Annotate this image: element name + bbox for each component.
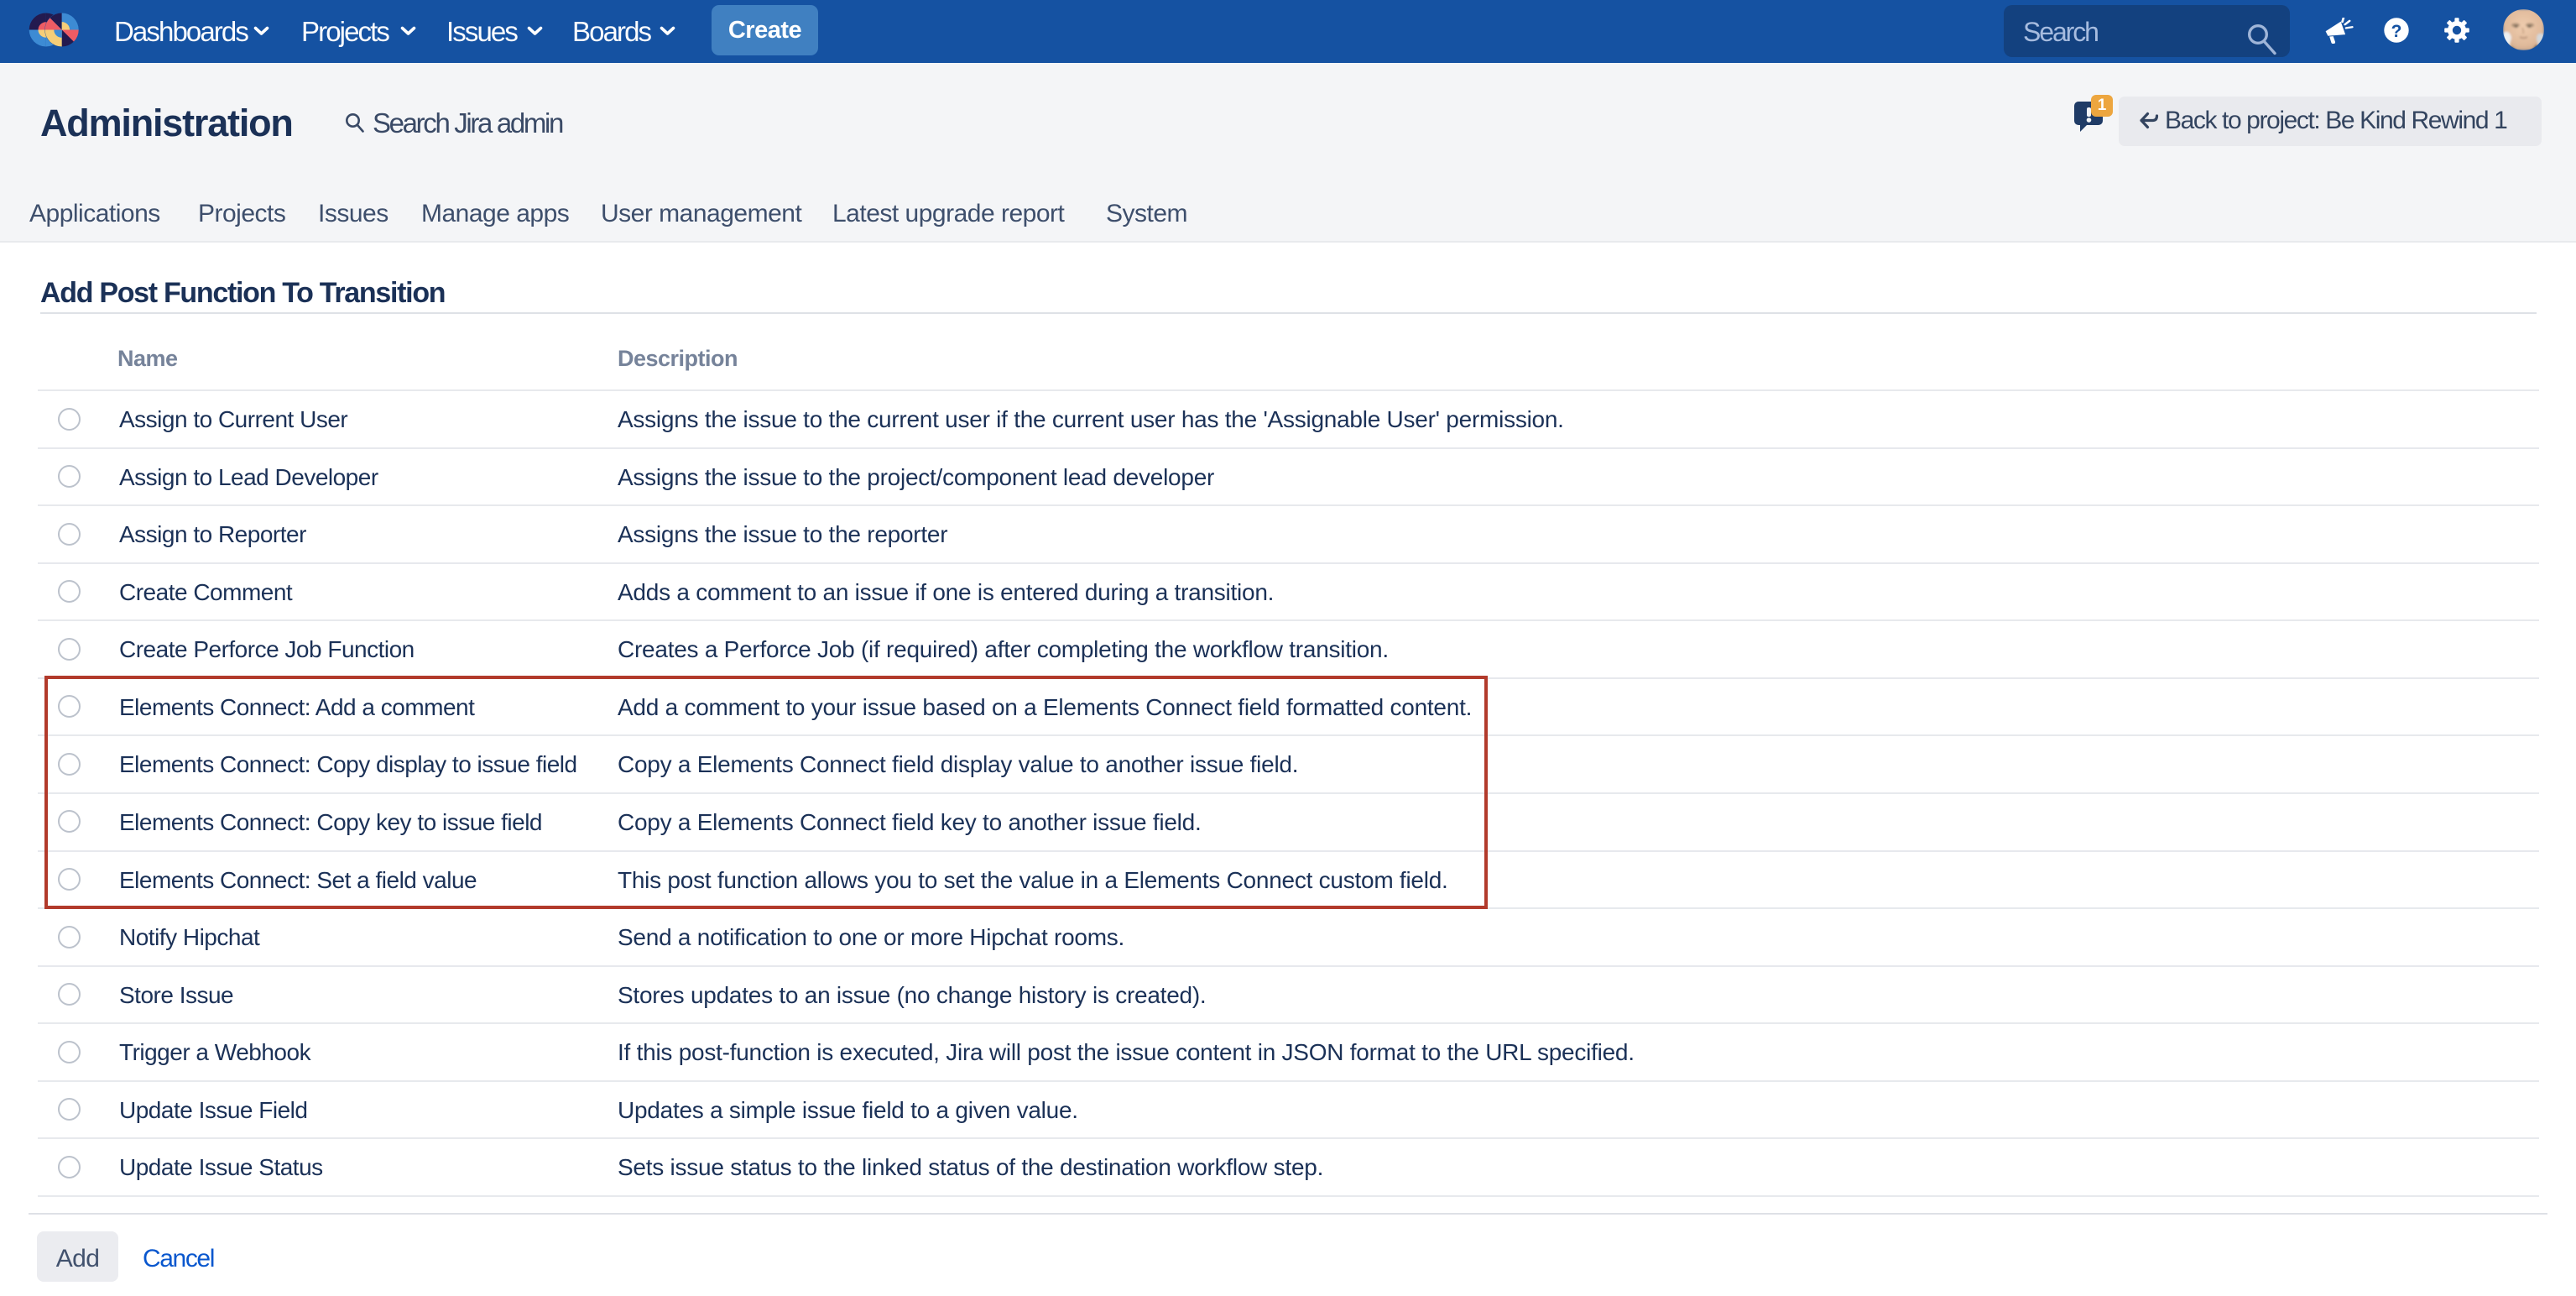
svg-text:?: ? <box>2391 22 2402 41</box>
